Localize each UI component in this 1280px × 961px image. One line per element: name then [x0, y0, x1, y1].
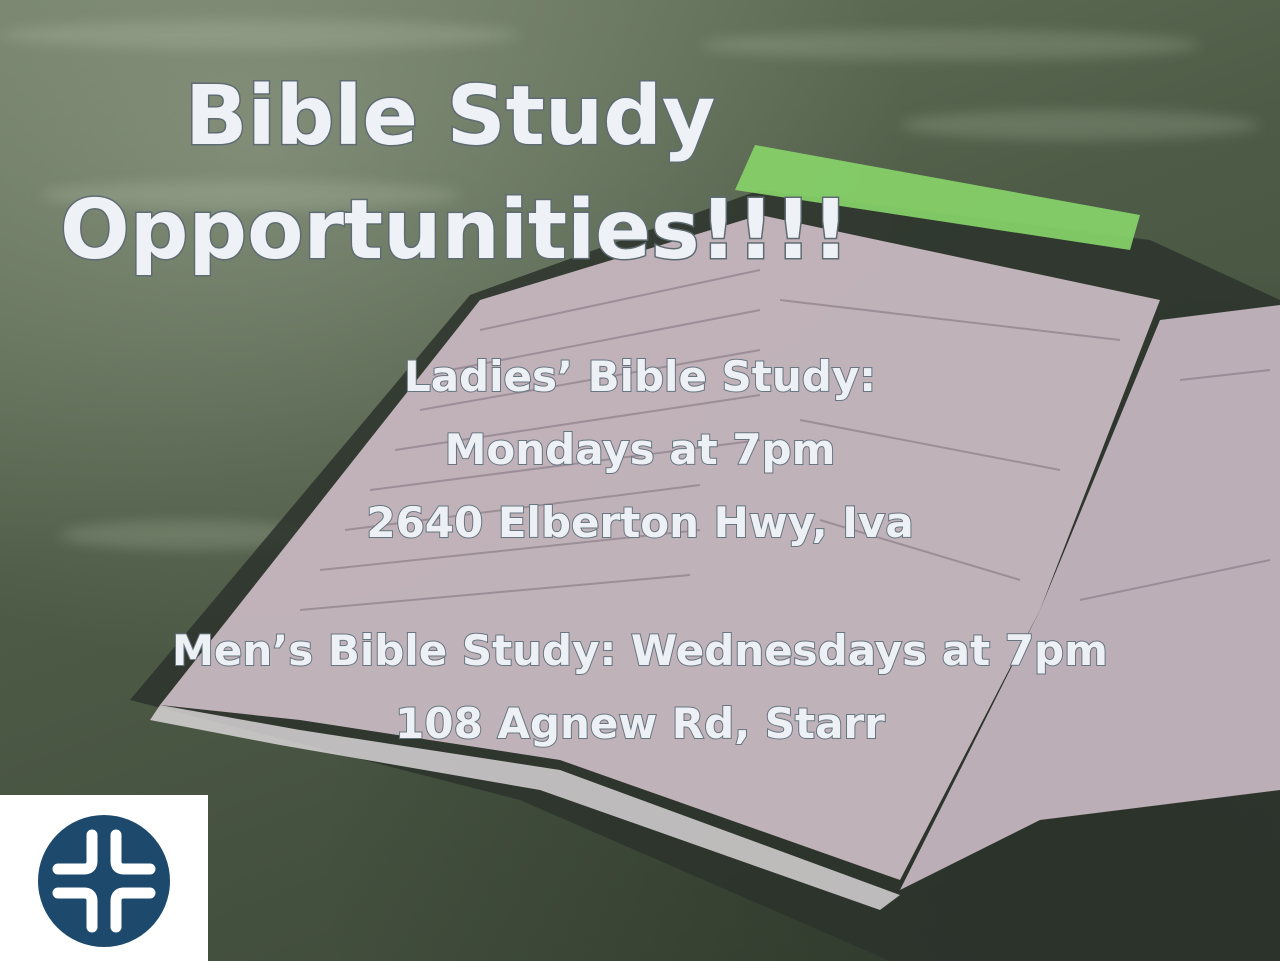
ladies-study-heading: Ladies’ Bible Study:	[403, 351, 877, 402]
church-logo	[0, 795, 208, 961]
study-schedule: Ladies’ Bible Study: Mondays at 7pm 2640…	[80, 340, 1200, 760]
cross-logo-icon	[38, 815, 170, 947]
ladies-study-time: Mondays at 7pm	[444, 424, 837, 475]
ladies-study-address: 2640 Elberton Hwy, Iva	[365, 497, 914, 548]
page-title: Bible Study Opportunities!!!!	[59, 60, 860, 288]
title-line-2: Opportunities!!!!	[59, 182, 851, 280]
title-line-1: Bible Study	[184, 68, 717, 166]
mens-study-heading: Men’s Bible Study: Wednesdays at 7pm	[171, 625, 1109, 676]
mens-study-address: 108 Agnew Rd, Starr	[394, 698, 886, 749]
